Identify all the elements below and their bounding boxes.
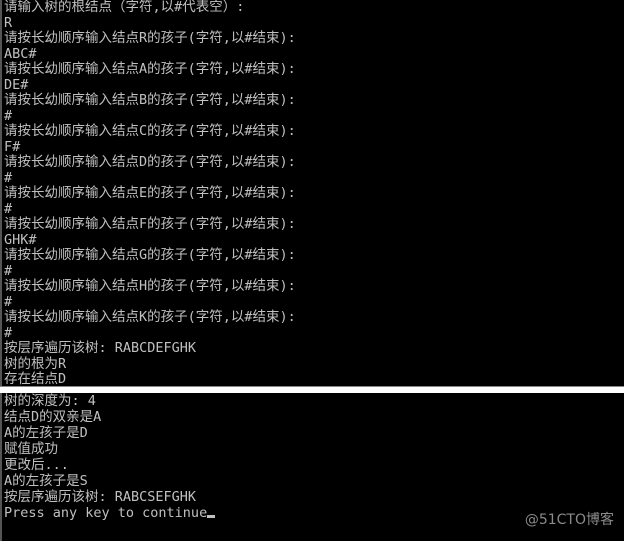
watermark: @51CTO博客 <box>524 512 614 528</box>
console-line: # <box>4 324 13 341</box>
console-line: 树的深度为: 4 <box>4 393 96 409</box>
console-line: R <box>4 14 13 31</box>
console-line: 请输入树的根结点（字符,以#代表空）: <box>4 0 245 15</box>
console-line: 请按长幼顺序输入结点F的孩子(字符,以#结束): <box>4 216 296 232</box>
console-line: 更改后... <box>4 457 69 473</box>
divider <box>0 386 624 393</box>
console-line: A的左孩子是S <box>4 473 88 489</box>
console-line: # <box>4 262 13 279</box>
console-line: DE# <box>4 76 29 93</box>
console-line: 请按长幼顺序输入结点B的孩子(字符,以#结束): <box>4 92 296 108</box>
console-line: GHK# <box>4 231 37 248</box>
console-line: # <box>4 169 13 186</box>
console-line: 请按长幼顺序输入结点D的孩子(字符,以#结束): <box>4 154 296 170</box>
console-line: ABC# <box>4 45 37 62</box>
console-line: 请按长幼顺序输入结点C的孩子(字符,以#结束): <box>4 123 296 139</box>
console-window-top: 请输入树的根结点（字符,以#代表空）: R 请按长幼顺序输入结点R的孩子(字符,以#… <box>0 0 624 387</box>
console-line: 请按长幼顺序输入结点E的孩子(字符,以#结束): <box>4 185 296 201</box>
console-line: 按层序遍历该树: RABCDEFGHK <box>4 340 197 356</box>
console-line: 赋值成功 <box>4 441 58 457</box>
console-line: 请按长幼顺序输入结点H的孩子(字符,以#结束): <box>4 278 296 294</box>
console-line: 请按长幼顺序输入结点R的孩子(字符,以#结束): <box>4 30 296 46</box>
console-line: 树的根为R <box>4 355 67 372</box>
console-line: 结点D的双亲是A <box>4 409 102 425</box>
console-line: # <box>4 107 13 124</box>
console-line: # <box>4 200 13 217</box>
console-line: 请按长幼顺序输入结点A的孩子(字符,以#结束): <box>4 61 296 77</box>
text-cursor <box>207 515 216 518</box>
console-line: # <box>4 293 13 310</box>
console-line: 请按长幼顺序输入结点G的孩子(字符,以#结束): <box>4 247 296 263</box>
console-line: A的左孩子是D <box>4 425 88 441</box>
console-line: F# <box>4 138 21 155</box>
console-line: 请按长幼顺序输入结点K的孩子(字符,以#结束): <box>4 309 296 325</box>
console-line: 按层序遍历该树: RABCSEFGHK <box>4 489 197 505</box>
